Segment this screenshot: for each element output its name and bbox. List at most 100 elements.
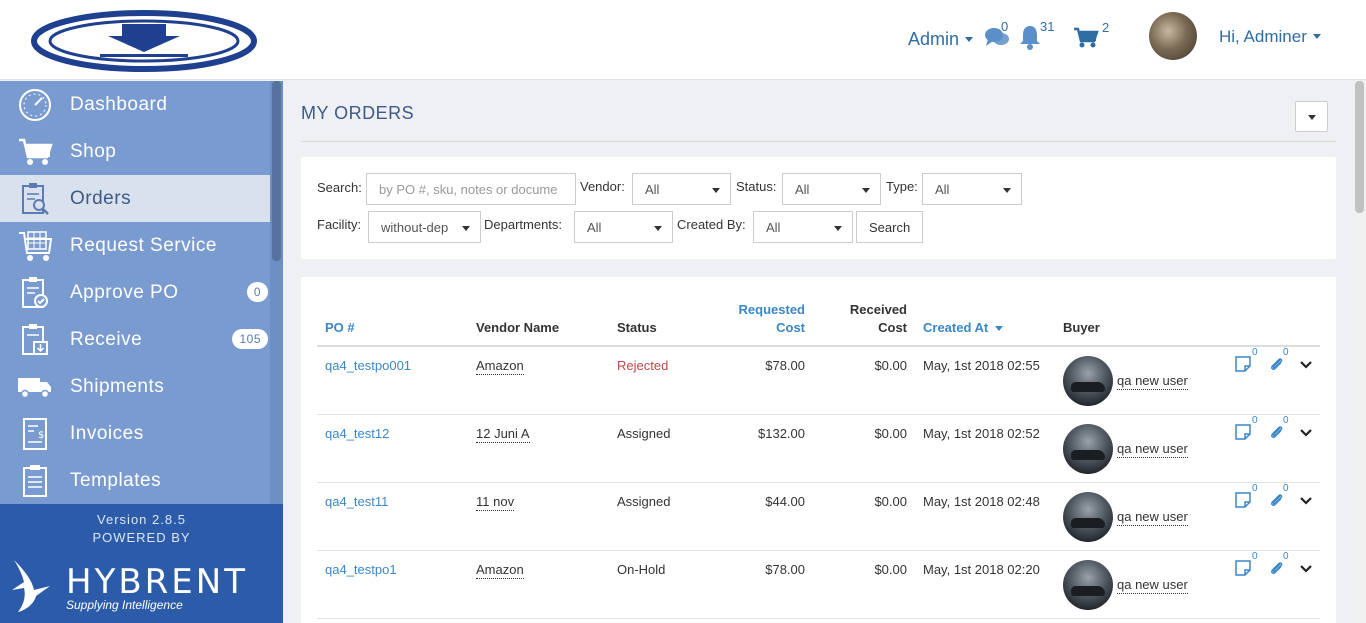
- admin-menu[interactable]: Admin: [908, 29, 974, 50]
- header-created-at[interactable]: Created At: [923, 319, 1004, 337]
- buyer-name[interactable]: qa new user: [1117, 373, 1188, 390]
- buyer-avatar: [1063, 424, 1113, 474]
- header-received-cost-line2: Cost: [878, 320, 907, 335]
- sidebar-item-label: Orders: [70, 187, 132, 209]
- vendor-name[interactable]: Amazon: [476, 358, 524, 375]
- status-text: On-Hold: [617, 562, 666, 577]
- po-number-link[interactable]: qa4_test11: [325, 494, 388, 509]
- vendor-name[interactable]: Amazon: [476, 562, 524, 579]
- paperclip-icon[interactable]: [1269, 424, 1285, 440]
- created-by-select-value: All: [766, 220, 781, 235]
- received-cost: $0.00: [874, 426, 907, 441]
- notifications-bell-icon[interactable]: [1018, 24, 1042, 50]
- note-icon[interactable]: [1235, 356, 1251, 372]
- sidebar: Dashboard Shop Orders Request Service Ap…: [0, 81, 283, 623]
- header-vendor-name: Vendor Name: [476, 320, 560, 335]
- requested-cost: $44.00: [765, 494, 805, 509]
- note-count: 0: [1252, 347, 1258, 358]
- buyer-name[interactable]: qa new user: [1117, 441, 1188, 458]
- sidebar-item-dashboard[interactable]: Dashboard: [0, 81, 270, 128]
- facility-select-value: without-dep: [381, 220, 449, 235]
- note-icon[interactable]: [1235, 492, 1251, 508]
- page-scroll-thumb[interactable]: [1355, 81, 1364, 213]
- sidebar-footer: Version 2.8.5 POWERED BY HYBRENT Supplyi…: [0, 504, 283, 623]
- created-at: May, 1st 2018 02:48: [923, 494, 1040, 509]
- note-count: 0: [1252, 483, 1258, 494]
- table-row: qa4_test11 11 nov Assigned $44.00 $0.00 …: [317, 483, 1320, 551]
- vendor-label: Vendor:: [580, 179, 625, 194]
- sidebar-item-shop[interactable]: Shop: [0, 128, 270, 175]
- cart-count: 2: [1102, 20, 1110, 35]
- cart-icon[interactable]: [1073, 27, 1099, 49]
- sidebar-scrollbar[interactable]: [270, 81, 283, 504]
- messages-count: 0: [1001, 19, 1009, 34]
- top-header: Admin 0 31 2 Hi, Adminer: [0, 0, 1366, 80]
- created-by-select[interactable]: All: [753, 211, 853, 243]
- sidebar-item-templates[interactable]: Templates: [0, 457, 270, 504]
- vendor-name[interactable]: 12 Juni A: [476, 426, 530, 443]
- po-number-link[interactable]: qa4_testpo1: [325, 562, 397, 577]
- sidebar-item-label: Approve PO: [70, 281, 179, 303]
- note-icon[interactable]: [1235, 424, 1251, 440]
- brand-name: HYBRENT: [66, 562, 248, 602]
- chevron-down-icon[interactable]: [1300, 428, 1312, 438]
- sidebar-item-shipments[interactable]: Shipments: [0, 363, 270, 410]
- user-greeting: Hi, Adminer: [1219, 27, 1307, 46]
- chevron-down-icon[interactable]: [1300, 564, 1312, 574]
- attachment-count: 0: [1283, 551, 1289, 562]
- page-title: MY ORDERS: [301, 103, 415, 123]
- sidebar-item-invoices[interactable]: $ Invoices: [0, 410, 270, 457]
- header-status: Status: [617, 320, 657, 335]
- vendor-select[interactable]: All: [632, 173, 731, 205]
- created-at: May, 1st 2018 02:55: [923, 358, 1040, 373]
- sidebar-scroll-thumb[interactable]: [272, 81, 281, 261]
- search-button[interactable]: Search: [856, 211, 923, 243]
- user-menu[interactable]: Hi, Adminer: [1219, 27, 1321, 47]
- sidebar-item-orders[interactable]: Orders: [0, 175, 270, 222]
- approve-po-icon: [22, 276, 48, 308]
- chevron-down-icon[interactable]: [1300, 496, 1312, 506]
- sidebar-item-label: Invoices: [70, 422, 144, 444]
- sidebar-item-label: Shipments: [70, 375, 165, 397]
- departments-select[interactable]: All: [574, 211, 673, 243]
- status-select[interactable]: All: [782, 173, 881, 205]
- sidebar-item-request-service[interactable]: Request Service: [0, 222, 270, 269]
- type-select[interactable]: All: [922, 173, 1022, 205]
- header-buyer: Buyer: [1063, 320, 1100, 335]
- page-scrollbar[interactable]: [1353, 81, 1366, 623]
- chevron-down-icon[interactable]: [1300, 360, 1312, 370]
- table-row: qa4_test12 12 Juni A Assigned $132.00 $0…: [317, 415, 1320, 483]
- paperclip-icon[interactable]: [1269, 356, 1285, 372]
- header-po-number[interactable]: PO #: [325, 319, 355, 337]
- user-avatar[interactable]: [1149, 12, 1197, 60]
- vendor-name[interactable]: 11 nov: [476, 494, 515, 511]
- search-input[interactable]: by PO #, sku, notes or docume: [366, 173, 576, 205]
- sidebar-item-receive[interactable]: Receive 105: [0, 316, 270, 363]
- sidebar-item-approve-po[interactable]: Approve PO 0: [0, 269, 270, 316]
- orders-icon: [22, 182, 49, 215]
- buyer-name[interactable]: qa new user: [1117, 509, 1188, 526]
- orders-table: PO # Vendor Name Status Requested Cost R…: [301, 277, 1336, 623]
- page-options-dropdown-button[interactable]: [1295, 101, 1328, 132]
- header-requested-cost[interactable]: Requested Cost: [705, 301, 805, 337]
- sidebar-item-label: Templates: [70, 469, 162, 491]
- buyer-name[interactable]: qa new user: [1117, 577, 1188, 594]
- brand-tagline: Supplying Intelligence: [66, 598, 183, 612]
- caret-down-icon: [965, 37, 974, 42]
- paperclip-icon[interactable]: [1269, 492, 1285, 508]
- sidebar-item-label: Dashboard: [70, 93, 168, 115]
- attachment-count: 0: [1283, 415, 1289, 426]
- requested-cost: $78.00: [765, 358, 805, 373]
- table-row: qa4_testpo001 Amazon Rejected $78.00 $0.…: [317, 347, 1320, 415]
- buyer-avatar: [1063, 492, 1113, 542]
- paperclip-icon[interactable]: [1269, 560, 1285, 576]
- facility-select[interactable]: without-dep: [368, 211, 481, 243]
- po-number-link[interactable]: qa4_test12: [325, 426, 389, 441]
- departments-label: Departments:: [484, 217, 563, 232]
- templates-icon: [23, 464, 47, 497]
- company-logo[interactable]: [30, 10, 258, 72]
- po-number-link[interactable]: qa4_testpo001: [325, 358, 411, 373]
- svg-text:$: $: [38, 430, 45, 441]
- note-icon[interactable]: [1235, 560, 1251, 576]
- header-created-at-label: Created At: [923, 320, 989, 335]
